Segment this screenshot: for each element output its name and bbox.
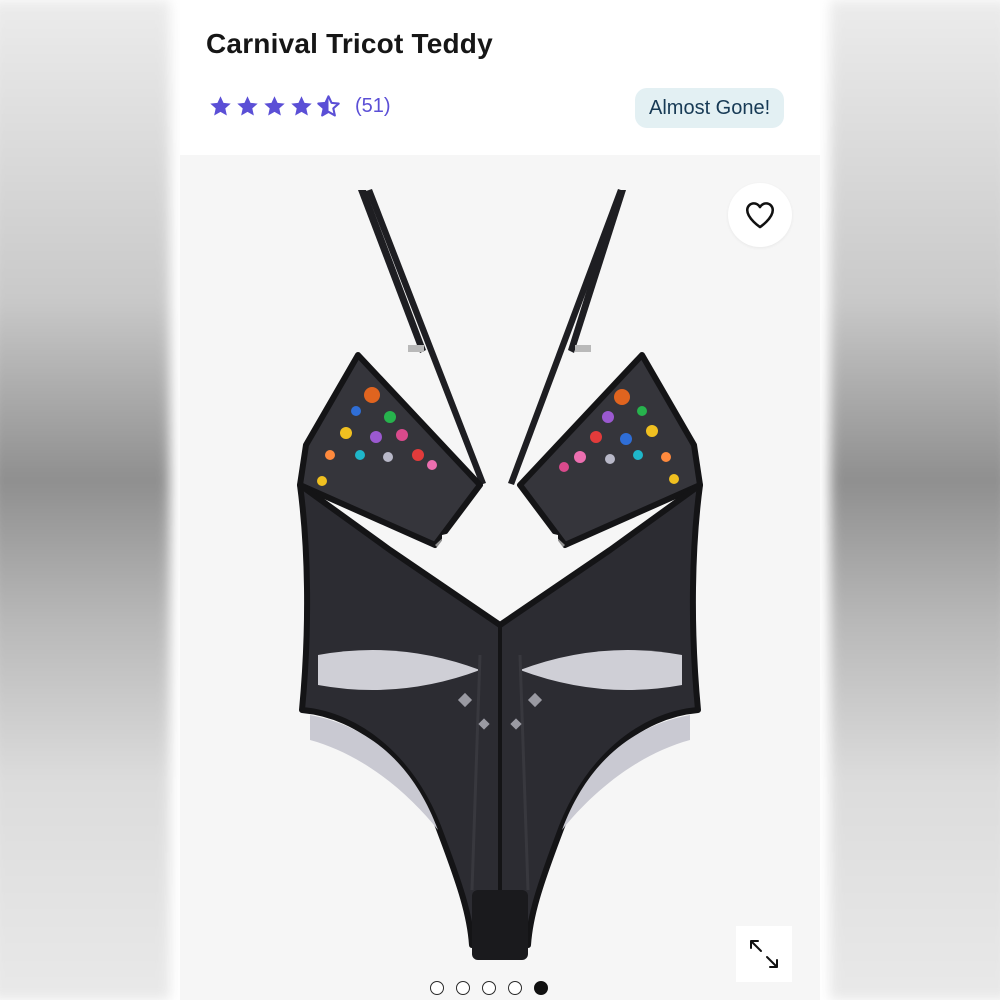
heart-outline-icon — [745, 202, 775, 229]
rating[interactable]: (51) — [208, 94, 391, 119]
star-icon — [264, 96, 285, 116]
garment-illustration — [297, 189, 703, 960]
product-card: Carnival Tricot Teddy (51) Almost Gone! — [180, 0, 820, 1000]
carousel-dot[interactable] — [482, 981, 496, 995]
carousel-dot[interactable] — [508, 981, 522, 995]
carousel-pagination — [430, 981, 548, 995]
product-image — [297, 189, 703, 960]
product-title: Carnival Tricot Teddy — [206, 28, 493, 59]
blurred-background-left — [0, 0, 170, 1000]
star-icon — [210, 96, 231, 116]
expand-image-button[interactable] — [736, 926, 792, 982]
half-star-icon — [317, 95, 340, 117]
blurred-background-right — [830, 0, 1000, 1000]
product-image-carousel[interactable] — [180, 155, 820, 1000]
stock-status-badge: Almost Gone! — [635, 88, 785, 128]
expand-arrows-icon — [750, 940, 778, 968]
review-count[interactable]: (51) — [355, 95, 391, 118]
carousel-dot-active[interactable] — [534, 981, 548, 995]
carousel-dot[interactable] — [456, 981, 470, 995]
star-icon — [237, 96, 258, 116]
star-icon — [291, 96, 312, 116]
favorite-button[interactable] — [728, 183, 792, 247]
carousel-dot[interactable] — [430, 981, 444, 995]
star-rating — [208, 94, 341, 119]
